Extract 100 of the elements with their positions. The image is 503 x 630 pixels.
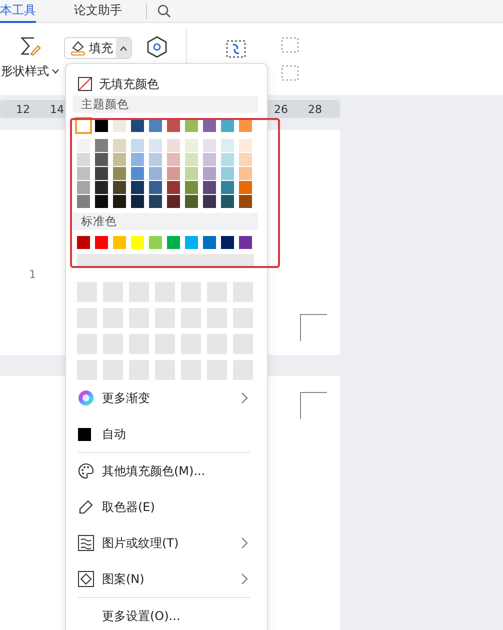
color-swatch[interactable] bbox=[77, 139, 90, 152]
color-swatch[interactable] bbox=[149, 236, 162, 249]
search-icon[interactable] bbox=[157, 4, 171, 18]
color-swatch[interactable] bbox=[221, 236, 234, 249]
color-swatch[interactable] bbox=[131, 139, 144, 152]
empty-swatch[interactable] bbox=[207, 334, 227, 354]
empty-swatch[interactable] bbox=[77, 334, 97, 354]
color-swatch[interactable] bbox=[131, 236, 144, 249]
color-swatch[interactable] bbox=[203, 195, 216, 208]
menu-item[interactable]: 图案(N) bbox=[73, 561, 258, 597]
empty-swatch[interactable] bbox=[207, 308, 227, 328]
color-swatch[interactable] bbox=[239, 139, 252, 152]
color-swatch[interactable] bbox=[239, 181, 252, 194]
link-frame-icon[interactable] bbox=[225, 39, 247, 59]
color-swatch[interactable] bbox=[149, 181, 162, 194]
color-swatch[interactable] bbox=[113, 167, 126, 180]
color-swatch[interactable] bbox=[149, 139, 162, 152]
color-swatch[interactable] bbox=[221, 153, 234, 166]
color-swatch[interactable] bbox=[113, 181, 126, 194]
color-swatch[interactable] bbox=[113, 195, 126, 208]
empty-swatch[interactable] bbox=[129, 334, 149, 354]
empty-swatch[interactable] bbox=[233, 282, 253, 302]
empty-swatch[interactable] bbox=[181, 308, 201, 328]
empty-swatch[interactable] bbox=[207, 360, 227, 380]
color-swatch[interactable] bbox=[149, 167, 162, 180]
empty-swatch[interactable] bbox=[103, 334, 123, 354]
color-swatch[interactable] bbox=[113, 236, 126, 249]
color-swatch[interactable] bbox=[239, 167, 252, 180]
color-swatch[interactable] bbox=[185, 167, 198, 180]
color-swatch[interactable] bbox=[131, 119, 144, 132]
color-swatch[interactable] bbox=[77, 181, 90, 194]
empty-swatch[interactable] bbox=[233, 334, 253, 354]
color-swatch[interactable] bbox=[185, 153, 198, 166]
empty-swatch[interactable] bbox=[233, 360, 253, 380]
color-swatch[interactable] bbox=[131, 195, 144, 208]
color-swatch[interactable] bbox=[77, 195, 90, 208]
empty-swatch[interactable] bbox=[155, 282, 175, 302]
color-swatch[interactable] bbox=[77, 236, 90, 249]
menu-item[interactable]: 更多设置(O)... bbox=[73, 598, 258, 630]
color-swatch[interactable] bbox=[221, 167, 234, 180]
cube-icon[interactable] bbox=[146, 35, 168, 59]
empty-swatch[interactable] bbox=[181, 282, 201, 302]
empty-swatch[interactable] bbox=[77, 282, 97, 302]
color-swatch[interactable] bbox=[221, 119, 234, 132]
color-swatch[interactable] bbox=[131, 167, 144, 180]
color-swatch[interactable] bbox=[113, 119, 126, 132]
color-swatch[interactable] bbox=[167, 167, 180, 180]
color-swatch[interactable] bbox=[77, 153, 90, 166]
menu-item[interactable]: 取色器(E) bbox=[73, 489, 258, 525]
empty-swatch[interactable] bbox=[155, 334, 175, 354]
color-swatch[interactable] bbox=[167, 181, 180, 194]
no-fill-item[interactable]: 无填充颜色 bbox=[73, 74, 258, 94]
color-swatch[interactable] bbox=[95, 181, 108, 194]
empty-swatch[interactable] bbox=[103, 308, 123, 328]
color-swatch[interactable] bbox=[149, 153, 162, 166]
color-swatch[interactable] bbox=[95, 236, 108, 249]
color-swatch[interactable] bbox=[95, 119, 108, 132]
color-swatch[interactable] bbox=[221, 181, 234, 194]
color-swatch[interactable] bbox=[95, 195, 108, 208]
color-swatch[interactable] bbox=[95, 153, 108, 166]
color-swatch[interactable] bbox=[131, 153, 144, 166]
color-swatch[interactable] bbox=[113, 139, 126, 152]
empty-swatch[interactable] bbox=[129, 308, 149, 328]
dashed-frame-icon[interactable] bbox=[281, 37, 299, 53]
color-swatch[interactable] bbox=[167, 236, 180, 249]
color-swatch[interactable] bbox=[185, 195, 198, 208]
color-swatch[interactable] bbox=[95, 167, 108, 180]
empty-swatch[interactable] bbox=[77, 360, 97, 380]
color-swatch[interactable] bbox=[239, 153, 252, 166]
color-swatch[interactable] bbox=[167, 119, 180, 132]
menu-item[interactable]: 更多渐变 bbox=[73, 380, 258, 416]
color-swatch[interactable] bbox=[203, 167, 216, 180]
color-swatch[interactable] bbox=[221, 139, 234, 152]
empty-swatch[interactable] bbox=[181, 360, 201, 380]
dashed-frame-icon[interactable] bbox=[281, 65, 299, 81]
color-swatch[interactable] bbox=[113, 153, 126, 166]
color-swatch[interactable] bbox=[221, 195, 234, 208]
color-swatch[interactable] bbox=[203, 153, 216, 166]
shape-style-dropdown[interactable]: 形状样式 bbox=[1, 63, 59, 80]
color-swatch[interactable] bbox=[185, 181, 198, 194]
color-swatch[interactable] bbox=[131, 181, 144, 194]
color-swatch[interactable] bbox=[239, 119, 252, 132]
empty-swatch[interactable] bbox=[155, 308, 175, 328]
menu-item[interactable]: 图片或纹理(T) bbox=[73, 525, 258, 561]
color-swatch[interactable] bbox=[185, 139, 198, 152]
color-swatch[interactable] bbox=[167, 195, 180, 208]
color-swatch[interactable] bbox=[185, 236, 198, 249]
color-swatch[interactable] bbox=[239, 195, 252, 208]
color-swatch[interactable] bbox=[203, 139, 216, 152]
empty-swatch[interactable] bbox=[77, 308, 97, 328]
menu-item[interactable]: 自动 bbox=[73, 416, 258, 452]
menu-item[interactable]: 其他填充颜色(M)... bbox=[73, 453, 258, 489]
empty-swatch[interactable] bbox=[129, 360, 149, 380]
color-swatch[interactable] bbox=[203, 119, 216, 132]
color-swatch[interactable] bbox=[95, 139, 108, 152]
empty-swatch[interactable] bbox=[233, 308, 253, 328]
color-swatch[interactable] bbox=[203, 181, 216, 194]
ribbon-tab[interactable]: 论文助手 bbox=[74, 0, 122, 22]
empty-swatch[interactable] bbox=[155, 360, 175, 380]
color-swatch[interactable] bbox=[203, 236, 216, 249]
